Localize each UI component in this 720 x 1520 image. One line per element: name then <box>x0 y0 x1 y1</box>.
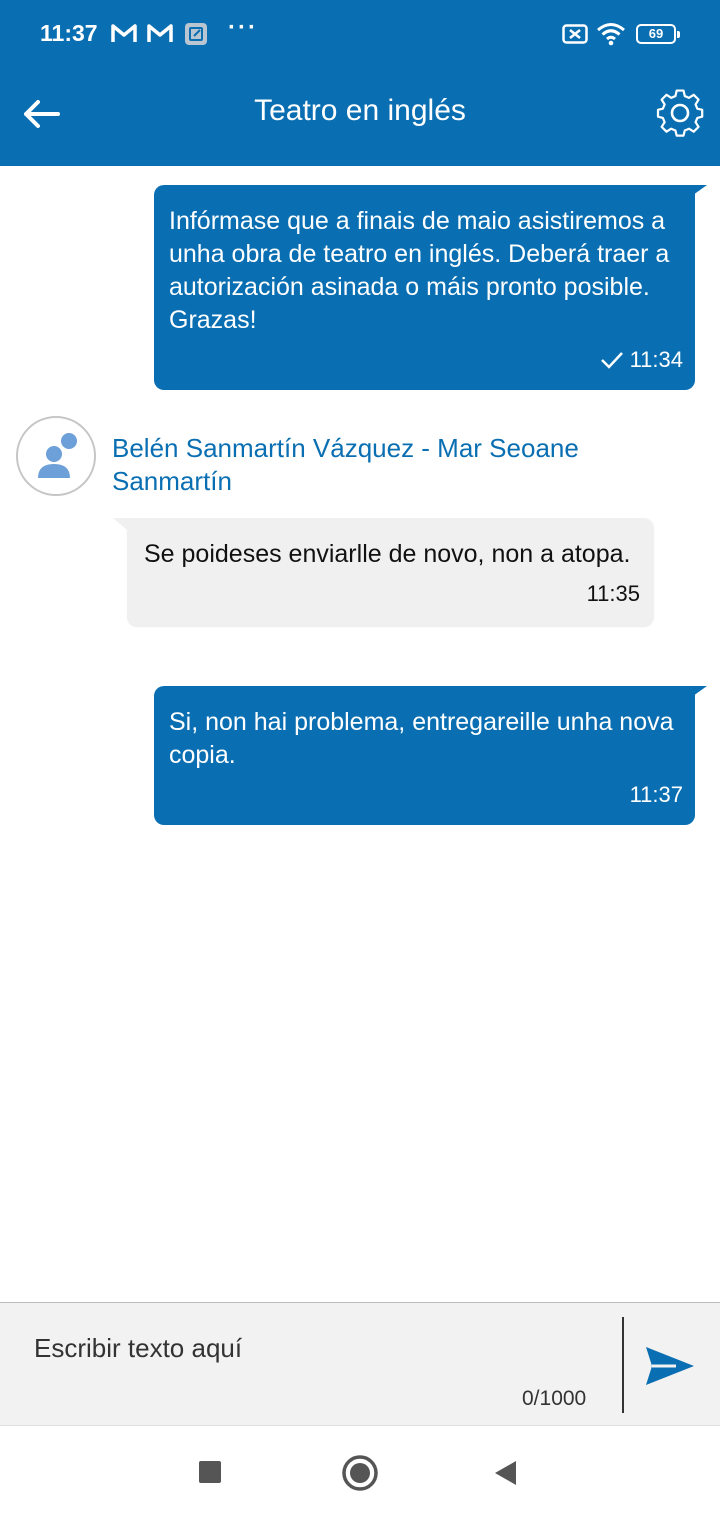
message-text: Se poideses enviarlle de novo, non a ato… <box>144 540 631 568</box>
settings-button[interactable] <box>654 86 706 138</box>
status-bar: 11:37 ··· 69 <box>0 0 720 68</box>
message-time: 11:34 <box>629 347 683 372</box>
message-time: 11:35 <box>586 581 640 606</box>
home-circle-icon <box>342 1455 378 1491</box>
sender-name: Belén Sanmartín Vázquez - Mar Seoane San… <box>112 433 579 496</box>
send-button[interactable] <box>642 1343 698 1389</box>
gear-icon <box>656 89 704 137</box>
system-nav-bar <box>0 1426 720 1520</box>
message-bubble-incoming[interactable]: Se poideses enviarlle de novo, non a ato… <box>113 518 654 626</box>
character-counter: 0/1000 <box>522 1387 587 1410</box>
message-text: Si, non hai problema, entregareille unha… <box>169 708 674 769</box>
more-dots-icon: ··· <box>228 14 258 41</box>
back-triangle-icon <box>495 1461 516 1485</box>
message-input[interactable]: Escribir texto aquí <box>34 1333 242 1364</box>
message-composer: Escribir texto aquí 0/1000 <box>0 1302 720 1426</box>
battery-icon: 69 <box>636 24 680 44</box>
message-bubble-outgoing[interactable]: Infórmase que a finais de maio asistirem… <box>154 185 707 390</box>
app-bar: Teatro en inglés <box>0 68 720 166</box>
gmail-icon <box>111 24 137 42</box>
gmail-icon <box>147 24 173 42</box>
user-group-icon <box>38 433 77 478</box>
wifi-icon <box>597 23 625 46</box>
message-bubble-outgoing[interactable]: Si, non hai problema, entregareille unha… <box>154 686 707 825</box>
nav-back-button[interactable] <box>492 1459 518 1492</box>
chat-title: Teatro en inglés <box>254 94 466 127</box>
message-text: Infórmase que a finais de maio asistirem… <box>169 207 670 334</box>
recents-button[interactable] <box>198 1460 222 1489</box>
sim-off-icon <box>562 24 588 44</box>
message-time: 11:37 <box>629 782 683 807</box>
home-button[interactable] <box>341 1454 379 1497</box>
status-time: 11:37 <box>40 20 98 46</box>
screenshot-icon <box>185 23 207 45</box>
check-icon <box>600 352 623 369</box>
avatar[interactable] <box>16 416 96 496</box>
send-icon <box>646 1347 694 1385</box>
message-meta: 11:34 <box>169 343 683 376</box>
recents-square-icon <box>199 1461 221 1483</box>
divider <box>622 1317 624 1413</box>
